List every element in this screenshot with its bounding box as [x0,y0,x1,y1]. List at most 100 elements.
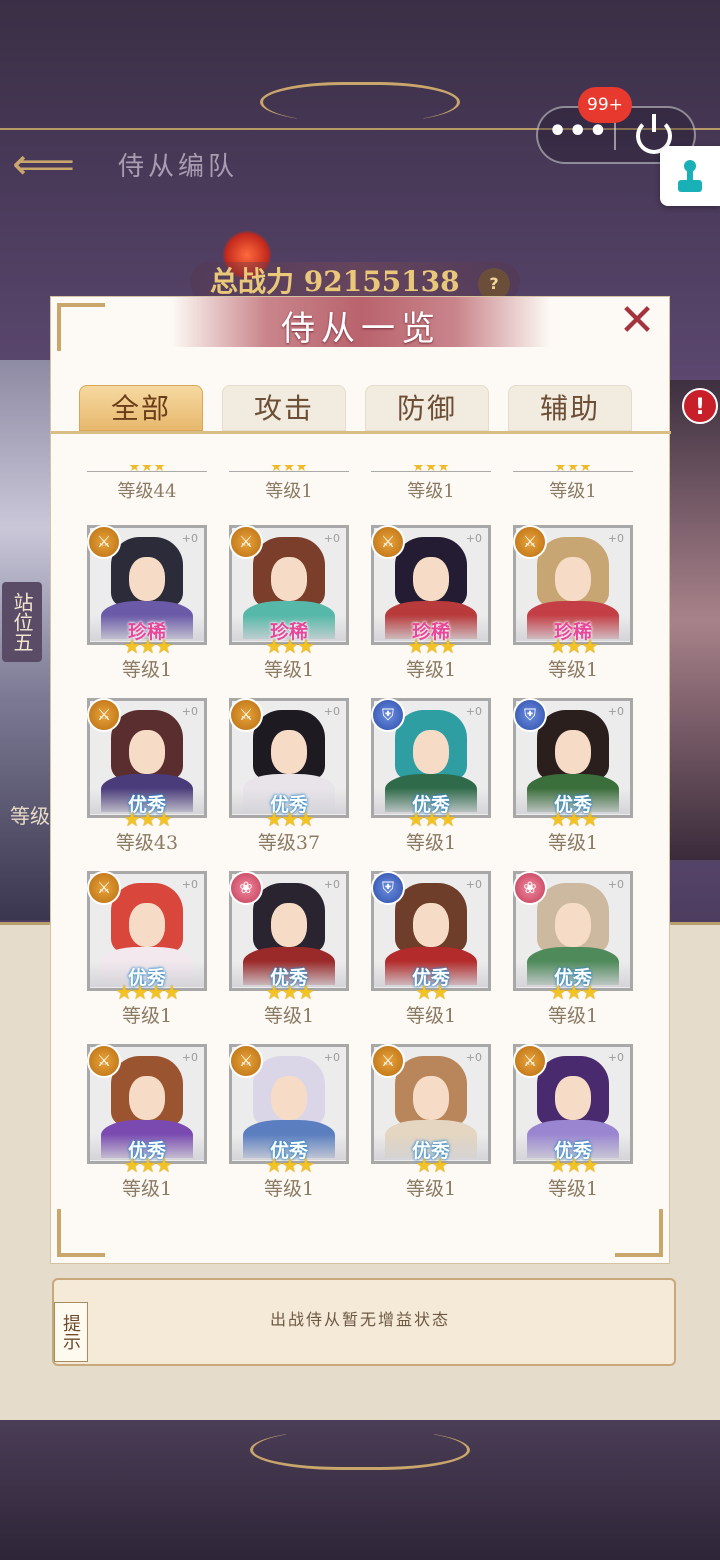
sword-role-icon: ⚔ [229,698,263,732]
shield-role-icon: ⛨ [371,871,405,905]
sword-role-icon: ⚔ [87,1044,121,1078]
card-level: 等级1 [263,1178,315,1200]
card-level: 等级1 [405,1005,457,1027]
card-edge [513,471,633,472]
power-value: 92155138 [303,265,460,298]
enhance-level: +0 [181,878,198,891]
portrait-face [413,730,449,774]
attendant-card[interactable]: +0 ⚔ 优秀 ★★★ 等级1 [87,1044,207,1204]
attendant-card[interactable]: +0 ⚔ 优秀 ★★★ 等级43 [87,698,207,858]
star-rating: ★★★ [265,634,315,658]
card-level: 等级37 [257,832,321,854]
star-rating: ★★★ [549,634,599,658]
attendant-card[interactable]: +0 ⛨ 优秀 ★★ 等级1 [371,871,491,1031]
card-level: 等级1 [121,1005,173,1027]
card-level: 等级1 [547,659,599,681]
portrait-face [129,730,165,774]
card-level: 等级1 [121,659,173,681]
attendant-card[interactable]: +0 ⚔ 珍稀 ★★★ 等级1 [371,525,491,685]
portrait-face [555,730,591,774]
corner-ornament [57,1209,105,1257]
top-ornament [260,82,460,122]
attendant-grid: ★★★ 等级44 ★★★ 等级1 ★★★ 等级1 ★★★ 等级1 +0 ⚔ 珍稀 ★★… [51,465,671,1205]
card-level: 等级1 [263,1005,315,1027]
card-level: 等级1 [405,832,457,854]
sword-role-icon: ⚔ [371,1044,405,1078]
attendant-card[interactable]: +0 ⚔ 优秀 ★★★ 等级1 [513,1044,633,1204]
lotus-role-icon: ❀ [229,871,263,905]
tab-defense[interactable]: 防御 [365,385,489,431]
right-character-art [668,380,720,860]
portrait-face [271,557,307,601]
shield-role-icon: ⛨ [513,698,547,732]
portrait-face [555,1076,591,1120]
portrait-face [413,903,449,947]
star-rating: ★★★ [407,634,457,658]
gamepad-icon [678,160,702,192]
attendant-card[interactable]: +0 ⚔ 珍稀 ★★★ 等级1 [87,525,207,685]
partial-card[interactable]: ★★★ 等级1 [229,465,349,505]
close-button[interactable]: ✕ [613,299,661,343]
sword-role-icon: ⚔ [87,525,121,559]
enhance-level: +0 [181,532,198,545]
tab-support[interactable]: 辅助 [508,385,632,431]
star-rating: ★★★ [123,1153,173,1177]
portrait-face [129,1076,165,1120]
attendant-card[interactable]: +0 ⚔ 优秀 ★★★ 等级37 [229,698,349,858]
sword-role-icon: ⚔ [87,871,121,905]
partial-card[interactable]: ★★★ 等级44 [87,465,207,505]
attendant-card[interactable]: +0 ⛨ 优秀 ★★★ 等级1 [513,698,633,858]
corner-ornament [615,1209,663,1257]
tab-all[interactable]: 全部 [79,385,203,431]
enhance-level: +0 [607,705,624,718]
attendant-list-modal: 侍从一览 ✕ 全部 攻击 防御 辅助 ★★★ 等级44 ★★★ 等级1 ★★★ … [50,296,671,1264]
attendant-card[interactable]: +0 ❀ 优秀 ★★★ 等级1 [229,871,349,1031]
gamepad-button[interactable] [660,146,720,206]
enhance-level: +0 [465,878,482,891]
star-rating: ★★★★ [115,980,181,1004]
sword-role-icon: ⚔ [513,525,547,559]
card-level: 等级1 [405,659,457,681]
sword-role-icon: ⚔ [229,1044,263,1078]
sword-role-icon: ⚔ [229,525,263,559]
attendant-card[interactable]: +0 ⚔ 优秀 ★★★ 等级1 [229,1044,349,1204]
portrait-face [129,903,165,947]
attendant-card[interactable]: +0 ⚔ 珍稀 ★★★ 等级1 [229,525,349,685]
partial-card[interactable]: ★★★ 等级1 [513,465,633,505]
card-level: 等级1 [547,1178,599,1200]
star-rating: ★★★ [549,807,599,831]
card-edge [229,471,349,472]
shield-role-icon: ⛨ [371,698,405,732]
attendant-card[interactable]: +0 ⚔ 优秀 ★★ 等级1 [371,1044,491,1204]
card-level: 等级1 [405,1178,457,1200]
back-arrow-icon[interactable]: ⟸ [12,140,82,190]
sword-role-icon: ⚔ [371,525,405,559]
attendant-card[interactable]: +0 ⛨ 优秀 ★★★ 等级1 [371,698,491,858]
card-level: 等级1 [121,1178,173,1200]
position-tag[interactable]: 站位五 [2,582,42,662]
attendant-card[interactable]: +0 ❀ 优秀 ★★★ 等级1 [513,871,633,1031]
attendant-card[interactable]: +0 ⚔ 珍稀 ★★★ 等级1 [513,525,633,685]
portrait-face [413,557,449,601]
enhance-level: +0 [181,705,198,718]
tab-attack[interactable]: 攻击 [222,385,346,431]
star-rating: ★★ [415,1153,449,1177]
card-level: 等级1 [547,1005,599,1027]
alert-icon[interactable]: ! [682,388,718,424]
enhance-level: +0 [607,532,624,545]
enhance-level: +0 [323,532,340,545]
lotus-role-icon: ❀ [513,871,547,905]
sword-role-icon: ⚔ [513,1044,547,1078]
star-rating: ★★★ [265,807,315,831]
enhance-level: +0 [465,1051,482,1064]
partial-card[interactable]: ★★★ 等级1 [371,465,491,505]
partial-row: ★★★ 等级44 ★★★ 等级1 ★★★ 等级1 ★★★ 等级1 [87,465,647,505]
portrait-face [555,903,591,947]
portrait-face [129,557,165,601]
attendant-card[interactable]: +0 ⚔ 优秀 ★★★★ 等级1 [87,871,207,1031]
tab-underline [51,431,671,434]
star-rating: ★★ [415,980,449,1004]
enhance-level: +0 [323,1051,340,1064]
sword-role-icon: ⚔ [87,698,121,732]
bottom-ornament [250,1430,470,1470]
